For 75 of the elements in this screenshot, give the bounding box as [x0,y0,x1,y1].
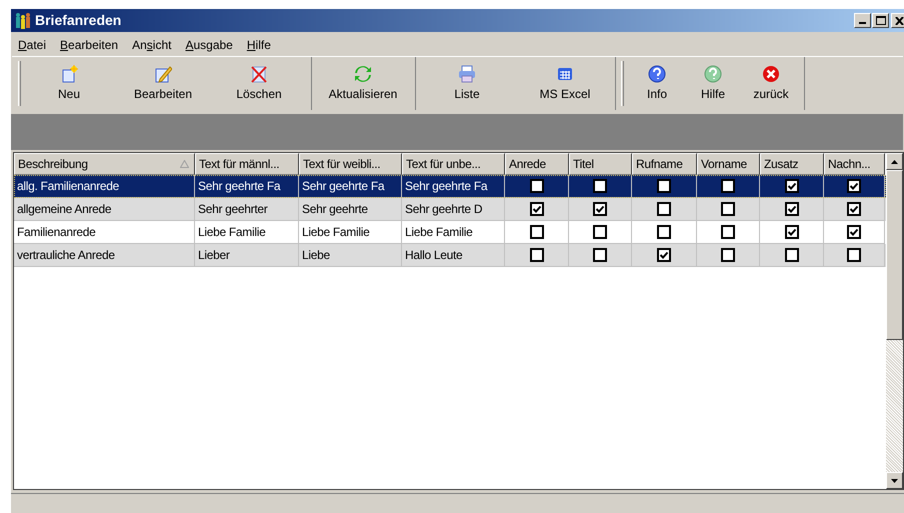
up-arrow-icon [891,160,898,164]
table-row[interactable]: Familienanrede Liebe Familie Liebe Familie Liebe Familie [14,221,886,244]
maximize-button[interactable] [872,13,889,28]
pencil-icon [154,64,172,82]
people-icon [14,12,32,30]
scrollbar[interactable] [886,153,903,489]
toolbar-button[interactable]: Aktualisieren [313,57,413,110]
toolbar-button[interactable]: Neu [21,57,117,110]
toolbar-button[interactable]: Hilfe [686,57,740,110]
info-icon [648,64,666,82]
checkbox[interactable] [847,179,861,193]
scroll-down-button[interactable] [886,472,903,489]
column-header[interactable]: Text für männl... [195,153,299,175]
close-icon [762,64,780,82]
table-row[interactable]: allg. Familienanrede Sehr geehrte Fa Sehr geehrte Fa Sehr geehrte Fa [14,175,886,198]
column-header[interactable]: Text für weibli... [299,153,402,175]
checkbox[interactable] [530,179,544,193]
menu-item[interactable]: Bearbeiten [60,36,118,54]
column-header[interactable]: Beschreibung [14,153,195,175]
checkbox[interactable] [847,225,861,239]
table-row[interactable]: vertrauliche Anrede Lieber Liebe Hallo Leute [14,244,886,267]
column-header[interactable]: Anrede [505,153,569,175]
window-title: Briefanreden [35,11,122,30]
checkbox[interactable] [530,202,544,216]
scroll-up-button[interactable] [886,153,903,170]
checkbox[interactable] [657,225,671,239]
checkbox[interactable] [593,248,607,262]
toolbar-button[interactable]: Liste [417,57,517,110]
table-row[interactable]: allgemeine Anrede Sehr geehrter Sehr geehrte Sehr geehrte D [14,198,886,221]
table-cell: Liebe [299,244,402,267]
checkbox[interactable] [847,248,861,262]
table-cell: Lieber [195,244,299,267]
checkbox[interactable] [784,179,798,193]
document-icon [60,64,78,82]
toolbar-button[interactable]: zurück [740,57,802,110]
checkbox[interactable] [657,179,671,193]
scroll-thumb[interactable] [886,170,903,340]
checkbox[interactable] [784,225,798,239]
toolbar-button[interactable]: Löschen [209,57,309,110]
checkbox[interactable] [721,248,735,262]
checkbox[interactable] [593,225,607,239]
menu-item[interactable]: Ansicht [132,36,172,54]
column-header[interactable]: Nachn... [824,153,885,175]
checkbox[interactable] [593,202,607,216]
column-header[interactable]: Rufname [632,153,697,175]
table-cell: Hallo Leute [402,244,505,267]
checkbox[interactable] [784,248,798,262]
checkbox[interactable] [721,179,735,193]
menu-item[interactable]: Datei [18,36,46,54]
column-header[interactable]: Text für unbe... [402,153,505,175]
down-arrow-icon [891,478,898,482]
checkbox[interactable] [721,202,735,216]
checkbox[interactable] [784,202,798,216]
checkbox[interactable] [530,225,544,239]
checkbox[interactable] [530,248,544,262]
menu-item[interactable]: Hilfe [246,36,271,54]
menu-item[interactable]: Ausgabe [185,36,233,54]
checkbox[interactable] [657,202,671,216]
column-header[interactable]: Zusatz [760,153,824,175]
table-cell: vertrauliche Anrede [14,244,195,267]
checkbox[interactable] [593,179,607,193]
checkbox[interactable] [847,202,861,216]
refresh-icon [354,64,372,82]
toolbar-button[interactable]: Info [628,57,686,110]
close-button[interactable] [891,13,904,28]
help-icon [704,64,722,82]
column-header[interactable]: Titel [569,153,632,175]
checkbox[interactable] [657,248,671,262]
printer-icon [458,64,476,82]
checkbox[interactable] [721,225,735,239]
column-header[interactable]: Vorname [697,153,760,175]
toolbar-button[interactable]: Bearbeiten [117,57,209,110]
delete-icon [250,64,268,82]
minimize-button[interactable] [854,13,871,28]
toolbar-button[interactable]: MS Excel [517,57,613,110]
